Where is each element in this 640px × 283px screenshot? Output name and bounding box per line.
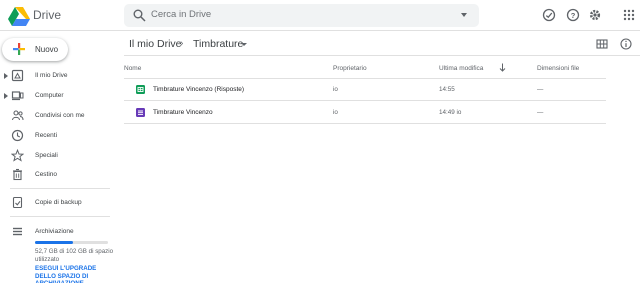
forms-file-icon — [136, 108, 145, 117]
table-row[interactable]: Timbrature Vincenzo io 14:49 io — — [124, 102, 606, 124]
storage-bar-fill — [35, 241, 73, 244]
apps-grid-icon[interactable] — [622, 8, 636, 22]
breadcrumb-my-drive[interactable]: Il mio Drive — [129, 38, 182, 50]
expand-arrow-icon[interactable] — [4, 73, 8, 79]
new-button[interactable]: Nuovo — [2, 38, 68, 61]
sidebar-item-trash[interactable]: Cestino — [0, 166, 118, 184]
file-owner: io — [333, 86, 338, 93]
sidebar-item-label: Copie di backup — [35, 199, 82, 206]
help-icon[interactable]: ? — [566, 8, 580, 22]
sidebar-item-label: Recenti — [35, 132, 58, 139]
sidebar-item-my-drive[interactable]: Il mio Drive — [0, 67, 118, 85]
settings-icon[interactable] — [588, 8, 602, 22]
search-box[interactable]: Cerca in Drive — [124, 4, 479, 27]
grid-view-icon[interactable] — [596, 38, 608, 50]
my-drive-icon — [11, 69, 24, 82]
search-options-icon[interactable] — [461, 13, 467, 17]
sidebar-item-label: Computer — [35, 92, 64, 99]
top-bar: Drive Cerca in Drive ? — [0, 0, 640, 31]
star-icon — [11, 149, 24, 162]
storage-icon — [13, 227, 22, 236]
computer-icon — [11, 91, 24, 101]
file-name[interactable]: Timbrature Vincenzo (Risposte) — [153, 86, 244, 93]
search-icon[interactable] — [133, 9, 146, 22]
file-size: — — [537, 86, 544, 93]
upgrade-storage-link[interactable]: ESEGUI L'UPGRADE DELLO SPAZIO DI ARCHIVI… — [35, 265, 115, 283]
sidebar-item-label: Cestino — [35, 171, 58, 178]
file-modified: 14:49 io — [439, 109, 462, 116]
offline-status-icon[interactable] — [542, 8, 556, 22]
app-title[interactable]: Drive — [33, 8, 61, 22]
column-header-owner[interactable]: Proprietario — [333, 65, 367, 72]
sidebar-divider — [10, 216, 110, 217]
sidebar-item-label: Il mio Drive — [35, 72, 68, 79]
file-name[interactable]: Timbrature Vincenzo — [153, 109, 213, 116]
expand-arrow-icon[interactable] — [4, 93, 8, 99]
drive-logo-icon[interactable] — [8, 6, 30, 26]
file-modified: 14:55 — [439, 86, 455, 93]
sidebar-item-computer[interactable]: Computer — [0, 87, 118, 105]
new-button-label: Nuovo — [35, 45, 59, 54]
trash-icon — [13, 168, 22, 181]
column-header-modified[interactable]: Ultima modifica — [439, 65, 483, 72]
sidebar-item-starred[interactable]: Speciali — [0, 147, 118, 165]
sidebar-item-label: Condivisi con me — [35, 112, 85, 119]
sort-down-arrow-icon[interactable] — [499, 63, 506, 72]
backup-icon — [12, 196, 23, 209]
sidebar-item-label: Archiviazione — [35, 228, 74, 235]
shared-icon — [11, 110, 24, 121]
sidebar-divider — [10, 188, 110, 189]
breadcrumb-separator-icon: › — [180, 38, 184, 49]
info-icon[interactable] — [620, 38, 632, 50]
storage-bar — [35, 241, 108, 244]
sidebar-item-storage[interactable]: Archiviazione — [0, 223, 118, 241]
search-input[interactable]: Cerca in Drive — [151, 9, 211, 20]
clock-icon — [11, 129, 24, 142]
svg-text:?: ? — [571, 11, 576, 20]
folder-menu-icon[interactable] — [241, 43, 247, 46]
sidebar-item-backups[interactable]: Copie di backup — [0, 194, 118, 212]
column-header-size[interactable]: Dimensioni file — [537, 65, 579, 72]
file-owner: io — [333, 109, 338, 116]
column-header-name[interactable]: Nome — [124, 65, 141, 72]
breadcrumb-current-folder[interactable]: Timbrature — [193, 38, 243, 50]
plus-icon — [13, 43, 25, 55]
sheets-file-icon — [136, 85, 145, 94]
toolbar-divider — [124, 55, 640, 56]
file-size: — — [537, 109, 544, 116]
sidebar-item-label: Speciali — [35, 152, 58, 159]
sidebar-item-shared[interactable]: Condivisi con me — [0, 107, 118, 125]
storage-usage-text: 52,7 GB di 102 GB di spazio utilizzato — [35, 248, 114, 263]
table-row[interactable]: Timbrature Vincenzo (Risposte) io 14:55 … — [124, 79, 606, 101]
sidebar-item-recent[interactable]: Recenti — [0, 127, 118, 145]
